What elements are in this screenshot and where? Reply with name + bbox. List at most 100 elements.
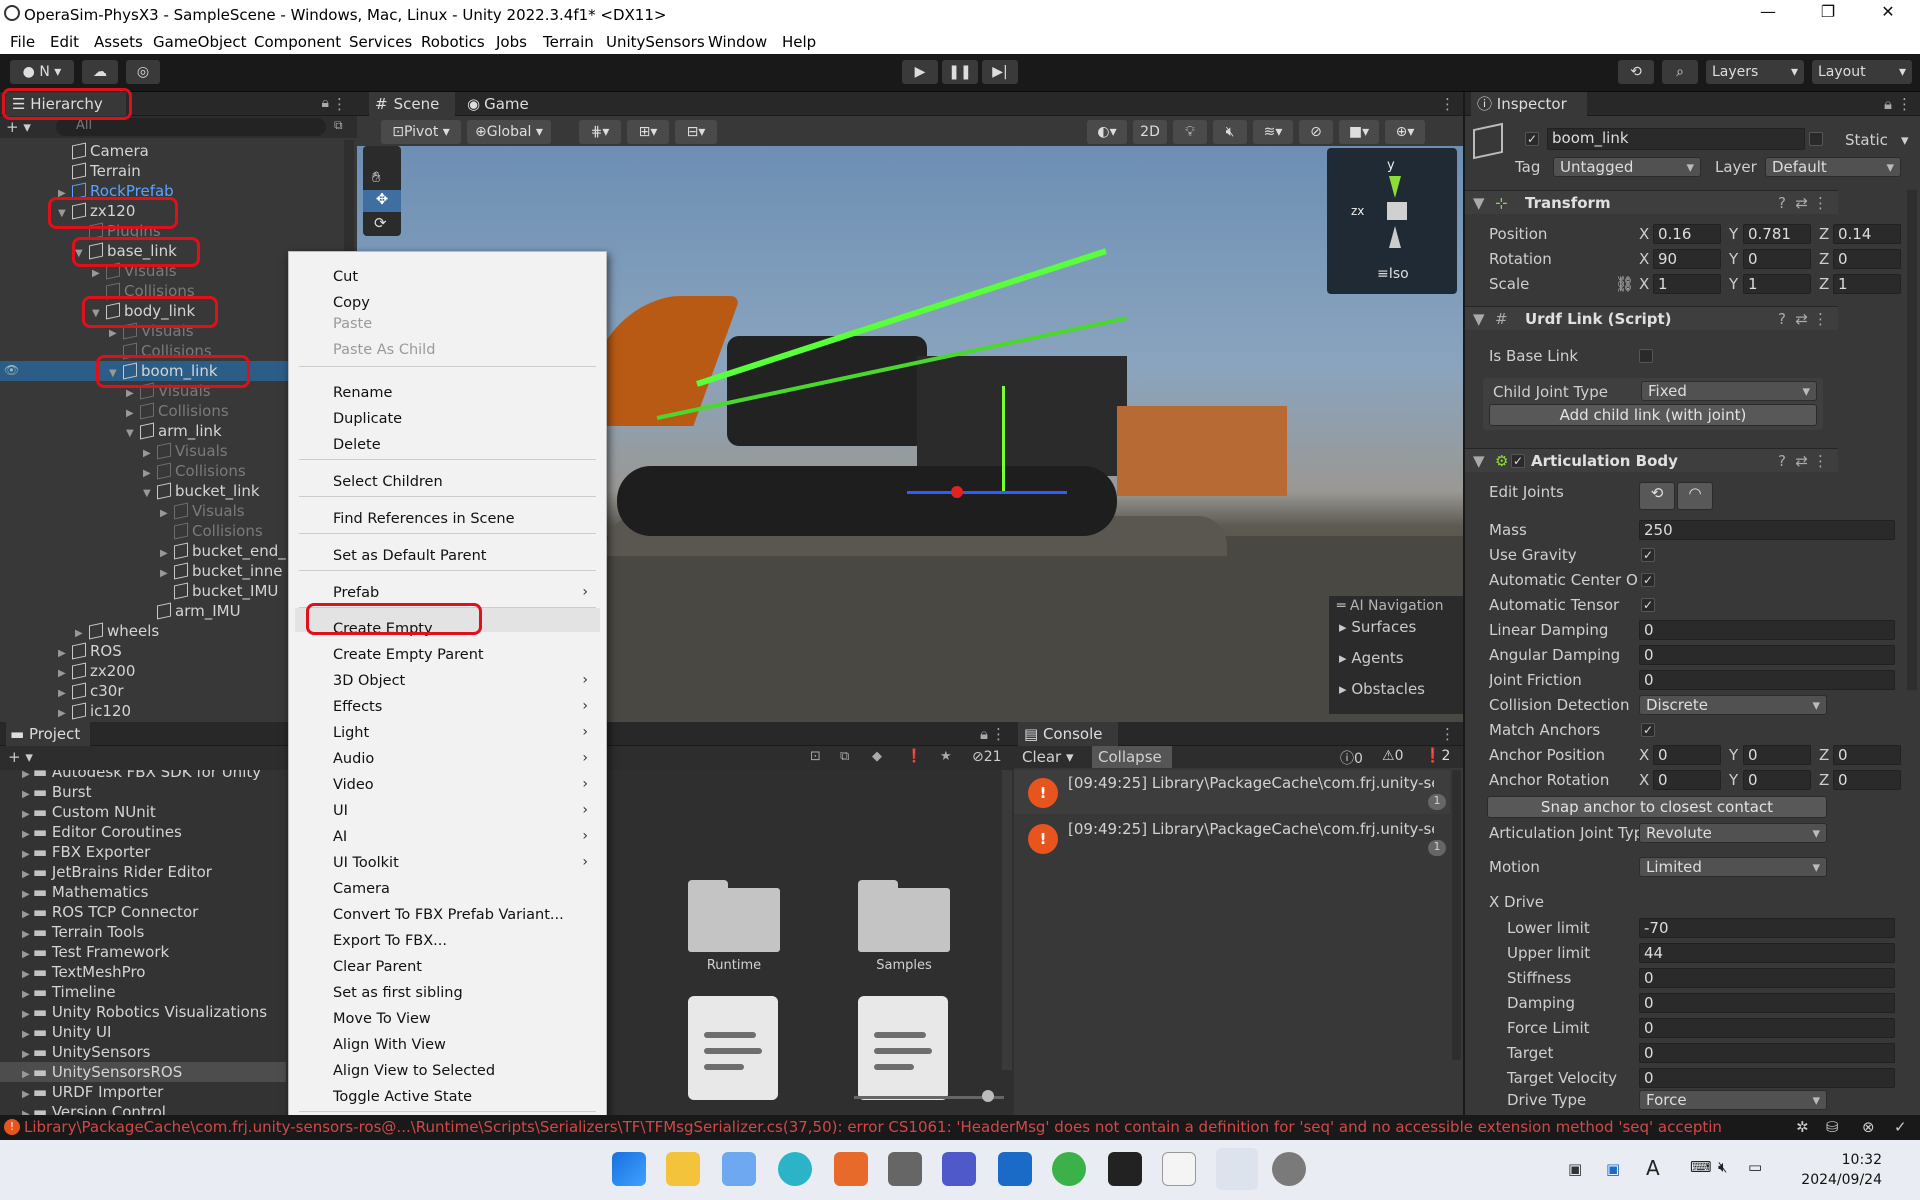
inspector-tab[interactable]: ⓘ Inspector [1471, 92, 1587, 116]
hierarchy-item[interactable]: ▶ bucket_inne [160, 561, 282, 581]
outlook-icon[interactable] [998, 1152, 1032, 1186]
context-menu-item[interactable]: Light [333, 723, 369, 743]
drive-prop-value[interactable]: -70 [1639, 918, 1895, 938]
project-folder-item[interactable]: ▶ ▬ Mathematics [22, 882, 149, 902]
search-icon[interactable]: ⌕ [1662, 60, 1698, 84]
error-count-toggle[interactable]: ❗2 [1424, 748, 1450, 764]
hand-tool-icon[interactable]: ✋︎ [372, 168, 381, 186]
menu-services[interactable]: Services [349, 33, 412, 51]
windows-start-icon[interactable] [612, 1152, 646, 1186]
console-tab[interactable]: ▤ Console [1018, 722, 1118, 746]
notepad-icon[interactable] [1162, 1152, 1196, 1186]
folder-arrow-icon[interactable]: ▶ [22, 909, 33, 920]
project-folder-item[interactable]: ▶ ▬ UnitySensorsROS [0, 1062, 286, 1082]
clock-date[interactable]: 2024/09/24 [1778, 1172, 1882, 1188]
status-error-text[interactable]: Library\PackageCache\com.frj.unity-senso… [24, 1118, 1744, 1136]
step-button[interactable]: ▶| [982, 60, 1018, 84]
expand-arrow-icon[interactable]: ▼ [126, 424, 140, 444]
articulation-prop-value[interactable]: ✓ [1641, 573, 1655, 587]
hierarchy-item[interactable]: ▶ Visuals [109, 321, 194, 341]
hierarchy-tab[interactable]: ☰ Hierarchy [6, 92, 126, 116]
search-by-label-icon[interactable]: ⧉ [840, 749, 849, 764]
ubuntu-icon[interactable] [834, 1152, 868, 1186]
clock-time[interactable]: 10:32 [1810, 1152, 1882, 1168]
minimize-icon[interactable]: — [1748, 2, 1788, 26]
play-button[interactable]: ▶ [902, 60, 938, 84]
file-explorer-icon[interactable] [666, 1152, 700, 1186]
context-menu-item[interactable]: Delete [333, 435, 381, 455]
context-menu-item[interactable]: Camera [333, 879, 390, 899]
snap-anchor-button[interactable]: Snap anchor to closest contact [1487, 796, 1827, 818]
drive-prop-value[interactable]: 44 [1639, 943, 1895, 963]
grid-visibility-icon[interactable]: ⊞▾ [627, 120, 669, 144]
info-icon[interactable]: ❗ [906, 749, 922, 764]
rotation-y-field[interactable]: 0 [1743, 249, 1811, 269]
hierarchy-item[interactable]: ▼ boom_link [109, 361, 218, 381]
account-button[interactable]: ● N ▾ [10, 60, 74, 84]
menu-window[interactable]: Window [708, 33, 767, 51]
scale-link-icon[interactable]: ⛓ [1615, 274, 1634, 294]
position-x-field[interactable]: 0.16 [1653, 224, 1721, 244]
folder-arrow-icon[interactable]: ▶ [22, 929, 33, 940]
folder-arrow-icon[interactable]: ▶ [22, 809, 33, 820]
drive-prop-value[interactable]: 0 [1639, 1018, 1895, 1038]
context-menu-item[interactable]: Select Children [333, 472, 443, 492]
progress-icon[interactable]: ✓ [1894, 1118, 1907, 1136]
scale-z-field[interactable]: 1 [1833, 274, 1901, 294]
audio-icon[interactable]: 🔇︎ [1213, 120, 1247, 144]
gameobject-name-field[interactable]: boom_link [1547, 128, 1805, 150]
drive-prop-value[interactable]: 0 [1639, 968, 1895, 988]
context-menu-item[interactable]: Clear Parent [333, 957, 422, 977]
network-icon[interactable]: ⌨ [1690, 1158, 1712, 1176]
inspector-kebab-icon[interactable]: ⋮ [1897, 95, 1912, 113]
ai-nav-obstacles[interactable]: ▸ Obstacles [1339, 680, 1425, 698]
zoom-slider-handle[interactable] [982, 1090, 994, 1102]
context-menu-item[interactable]: UI [333, 801, 348, 821]
hierarchy-item[interactable]: bucket_IMU [160, 581, 278, 601]
project-folder-item[interactable]: ▶ ▬ JetBrains Rider Editor [22, 862, 212, 882]
transform-header[interactable]: ▼ ⊹ Transform ? ⇄ ⋮ [1465, 190, 1838, 214]
console-entry[interactable]: ! [09:49:25] Library\PackageCache\com.fr… [1014, 816, 1450, 860]
component-kebab-icon[interactable]: ⋮ [1813, 452, 1828, 470]
context-menu-item[interactable]: Move To View [333, 1009, 431, 1029]
collapse-arrow-icon[interactable]: ▶ [58, 704, 72, 724]
project-folder-item[interactable]: ▶ ▬ Timeline [22, 982, 116, 1002]
menu-unitysensors[interactable]: UnitySensors [606, 33, 705, 51]
document-asset-icon[interactable] [858, 996, 948, 1100]
hierarchy-item[interactable]: ▶ bucket_end_ [160, 541, 286, 561]
x-drive-foldout[interactable]: X Drive [1489, 892, 1544, 912]
expand-arrow-icon[interactable]: ▼ [92, 304, 106, 324]
collapse-button[interactable]: Collapse [1092, 746, 1172, 768]
folder-arrow-icon[interactable]: ▶ [22, 1089, 33, 1100]
hierarchy-item[interactable]: ▼ body_link [92, 301, 195, 321]
unity-hub-icon[interactable] [888, 1152, 922, 1186]
toggle-2d-button[interactable]: 2D [1133, 120, 1167, 144]
teams-icon[interactable] [942, 1152, 976, 1186]
folder-arrow-icon[interactable]: ▶ [22, 1049, 33, 1060]
console-kebab-icon[interactable]: ⋮ [1440, 725, 1455, 743]
static-dropdown-icon[interactable]: ▾ [1901, 130, 1909, 150]
articulation-prop-value[interactable]: ✓ [1641, 723, 1655, 737]
menu-jobs[interactable]: Jobs [496, 33, 527, 51]
edit-limits-icon[interactable]: ◠ [1677, 482, 1713, 510]
hierarchy-item[interactable]: ▼ bucket_link [143, 481, 260, 501]
pivot-dropdown[interactable]: ⊡Pivot ▾ [381, 120, 461, 144]
context-menu-item[interactable]: AI [333, 827, 347, 847]
samples-folder-icon[interactable] [858, 880, 950, 952]
hierarchy-item[interactable]: ▶ Collisions [126, 401, 229, 421]
rotate-tool-icon[interactable]: ⟳ [374, 214, 387, 232]
context-menu-item[interactable]: Video [333, 775, 374, 795]
project-folder-item[interactable]: ▶ ▬ UnitySensors [22, 1042, 150, 1062]
volume-icon[interactable]: 🔇︎ [1718, 1158, 1727, 1176]
grid-snap-icon[interactable]: ⋕▾ [579, 120, 621, 144]
hierarchy-item[interactable]: ▶ Visuals [126, 381, 211, 401]
expand-arrow-icon[interactable]: ▼ [143, 484, 157, 504]
folder-arrow-icon[interactable]: ▶ [22, 770, 33, 780]
inspector-scrollbar[interactable] [1907, 190, 1917, 690]
terminal-icon[interactable] [1108, 1152, 1142, 1186]
motion-dropdown[interactable]: Limited [1639, 857, 1827, 877]
bug-icon[interactable]: ⊗ [1862, 1118, 1875, 1136]
articulation-enabled-checkbox[interactable]: ✓ [1511, 454, 1525, 468]
hierarchy-item[interactable]: ▶ Collisions [143, 461, 246, 481]
component-kebab-icon[interactable]: ⋮ [1813, 194, 1828, 212]
